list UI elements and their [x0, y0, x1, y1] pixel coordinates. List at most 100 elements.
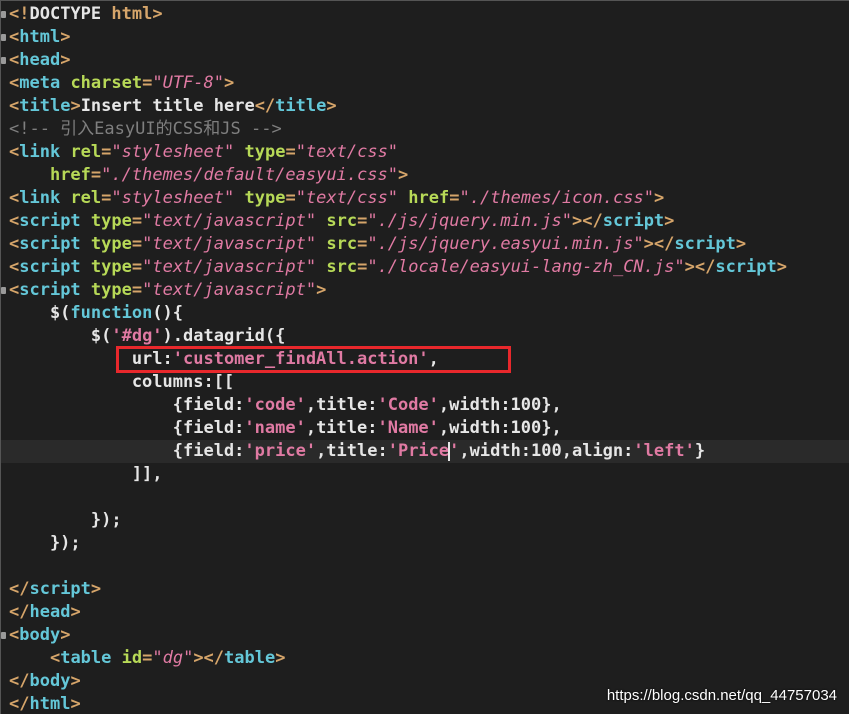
code-line[interactable]: <meta charset="UTF-8">	[1, 72, 849, 95]
code-token: <!	[9, 4, 30, 24]
code-line[interactable]: <table id="dg"></table>	[1, 647, 849, 670]
code-token: ,	[428, 349, 439, 369]
code-line[interactable]: href="./themes/default/easyui.css">	[1, 164, 849, 187]
code-token: </	[9, 602, 30, 622]
code-token: <!-- 引入EasyUI的CSS和JS -->	[9, 119, 282, 139]
code-token: =	[142, 73, 153, 93]
code-token: script	[19, 280, 91, 300]
fold-marker-icon[interactable]	[1, 11, 6, 18]
code-line[interactable]: </head>	[1, 601, 849, 624]
code-token: src	[326, 211, 358, 231]
code-line[interactable]: });	[1, 532, 849, 555]
code-token: '#dg'	[111, 326, 163, 346]
code-line[interactable]: ]],	[1, 463, 849, 486]
code-line[interactable]: });	[1, 509, 849, 532]
code-token: head	[29, 602, 71, 622]
code-token: src	[326, 257, 358, 277]
code-token: </	[9, 579, 30, 599]
code-token: title	[275, 96, 327, 116]
code-line[interactable]: <script type="text/javascript">	[1, 279, 849, 302]
code-line[interactable]: <link rel="stylesheet" type="text/css" h…	[1, 187, 849, 210]
code-token: ).datagrid({	[162, 326, 286, 346]
watermark: https://blog.csdn.net/qq_44757034	[606, 687, 837, 704]
code-token: "text/javascript"	[142, 211, 317, 231]
code-token: 'name'	[244, 418, 306, 438]
code-token: >	[60, 625, 71, 645]
code-line[interactable]: <html>	[1, 26, 849, 49]
code-line[interactable]: {field:'price',title:'Price',width:100,a…	[1, 440, 849, 463]
code-token: ]],	[9, 464, 163, 484]
code-editor[interactable]: <!DOCTYPE html> <html> <head> <meta charset…	[0, 0, 849, 714]
code-token: columns:[[	[9, 372, 235, 392]
code-token: >	[224, 73, 235, 93]
code-line[interactable]: <!DOCTYPE html>	[1, 3, 849, 26]
code-token: 'Name'	[377, 418, 439, 438]
code-token: <	[9, 96, 20, 116]
code-token: script	[29, 579, 91, 599]
code-token: "stylesheet"	[111, 188, 235, 208]
code-line[interactable]: <body>	[1, 624, 849, 647]
code-token: 'code'	[244, 395, 306, 415]
fold-marker-icon[interactable]	[1, 632, 6, 639]
code-line[interactable]: <!-- 引入EasyUI的CSS和JS -->	[1, 118, 849, 141]
code-token: >	[70, 602, 81, 622]
code-token: href	[408, 188, 450, 208]
code-token: "text/css"	[295, 142, 399, 162]
code-token: =	[131, 280, 143, 300]
code-token: }	[694, 441, 706, 461]
code-token: >	[776, 257, 787, 277]
code-line[interactable]: {field:'code',title:'Code',width:100},	[1, 394, 849, 417]
code-token: "text/javascript"	[142, 280, 317, 300]
code-token: src	[326, 234, 358, 254]
code-token: ,title:	[316, 441, 388, 461]
code-line[interactable]: $('#dg').datagrid({	[1, 325, 849, 348]
code-token: table	[224, 648, 276, 668]
code-line[interactable]: <script type="text/javascript" src="./js…	[1, 210, 849, 233]
code-token: =	[357, 211, 368, 231]
code-token: script	[19, 234, 91, 254]
code-token: =	[449, 188, 460, 208]
code-token: <	[9, 257, 20, 277]
code-line[interactable]: $(function(){	[1, 302, 849, 325]
fold-marker-icon[interactable]	[1, 287, 6, 294]
code-line[interactable]: {field:'name',title:'Name',width:100},	[1, 417, 849, 440]
code-line[interactable]: columns:[[	[1, 371, 849, 394]
code-line[interactable]: </script>	[1, 578, 849, 601]
code-token: <	[9, 280, 20, 300]
code-token: "stylesheet"	[111, 142, 235, 162]
code-line[interactable]: <script type="text/javascript" src="./js…	[1, 233, 849, 256]
code-token: >	[653, 188, 665, 208]
code-token: =	[131, 257, 143, 277]
code-token: body	[29, 671, 71, 691]
code-token: link	[19, 188, 71, 208]
code-token: "./js/jquery.easyui.min.js"	[367, 234, 644, 254]
code-line[interactable]	[1, 486, 849, 509]
fold-marker-icon[interactable]	[1, 34, 6, 41]
code-token: 'Price	[387, 441, 450, 461]
code-token: "./themes/default/easyui.css"	[101, 165, 398, 185]
code-token: "./themes/icon.css"	[459, 188, 654, 208]
code-token: >	[60, 50, 71, 70]
code-line[interactable]	[1, 555, 849, 578]
code-line[interactable]: <title>Insert title here</title>	[1, 95, 849, 118]
code-token: link	[19, 142, 71, 162]
code-line[interactable]: <link rel="stylesheet" type="text/css"	[1, 141, 849, 164]
code-token: ,width:100},	[438, 395, 562, 415]
code-token: "./js/jquery.min.js"	[367, 211, 573, 231]
code-token: ></	[193, 648, 225, 668]
code-token: href	[49, 165, 91, 185]
code-token: type	[244, 188, 286, 208]
code-token: >	[316, 280, 327, 300]
code-token: "UTF-8"	[152, 73, 224, 93]
code-line[interactable]: <head>	[1, 49, 849, 72]
code-token: function	[70, 303, 153, 323]
fold-marker-icon[interactable]	[1, 57, 6, 64]
code-line[interactable]: <script type="text/javascript" src="./lo…	[1, 256, 849, 279]
code-token: type	[90, 257, 132, 277]
code-line[interactable]: url:'customer_findAll.action',	[1, 348, 849, 371]
code-token: =	[101, 188, 112, 208]
code-token: ,width:100},	[438, 418, 562, 438]
